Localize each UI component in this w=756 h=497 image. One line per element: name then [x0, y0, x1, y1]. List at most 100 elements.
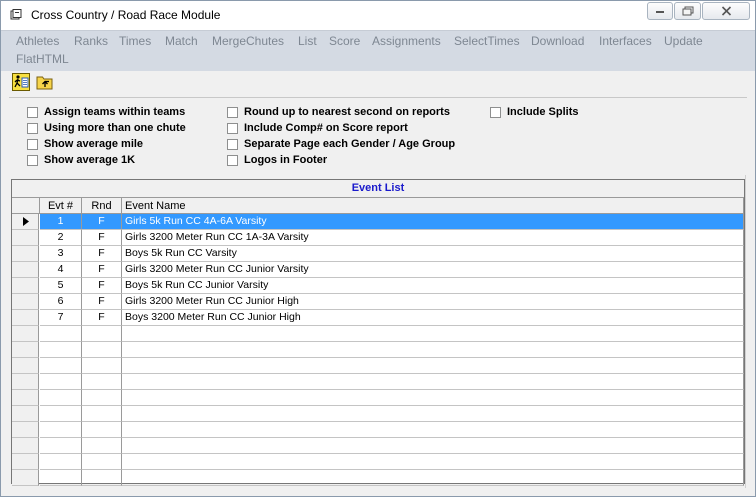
cell-evt[interactable]: 2	[40, 230, 82, 246]
cell-rnd[interactable]	[82, 422, 122, 438]
checkbox[interactable]	[27, 106, 38, 118]
cell-evt[interactable]	[40, 342, 82, 358]
row-selector[interactable]	[12, 278, 39, 294]
cell-event-name[interactable]: Boys 3200 Meter Run CC Junior High	[122, 310, 744, 326]
row-selector[interactable]	[12, 294, 39, 310]
option-logos-footer[interactable]: Logos in Footer	[227, 154, 327, 166]
cell-event-name[interactable]: Girls 3200 Meter Run CC Junior Varsity	[122, 262, 744, 278]
menu-mergechutes[interactable]: MergeChutes	[212, 34, 284, 48]
cell-rnd[interactable]: F	[82, 278, 122, 294]
cell-event-name[interactable]: Girls 5k Run CC 4A-6A Varsity	[122, 214, 744, 230]
row-selector[interactable]	[12, 406, 39, 422]
cell-evt[interactable]	[40, 454, 82, 470]
cell-evt[interactable]	[40, 374, 82, 390]
row-selector[interactable]	[12, 246, 39, 262]
cell-rnd[interactable]	[82, 342, 122, 358]
row-selector[interactable]	[12, 422, 39, 438]
checkbox[interactable]	[27, 154, 38, 166]
cell-rnd[interactable]	[82, 326, 122, 342]
cell-rnd[interactable]	[82, 358, 122, 374]
cell-rnd[interactable]	[82, 438, 122, 454]
folder-up-icon[interactable]	[36, 73, 54, 91]
header-rnd[interactable]: Rnd	[82, 198, 122, 214]
checkbox[interactable]	[227, 122, 238, 134]
cell-event-name[interactable]	[122, 422, 744, 438]
checkbox[interactable]	[490, 106, 501, 118]
menu-list[interactable]: List	[298, 34, 317, 48]
option-average-mile[interactable]: Show average mile	[27, 138, 143, 150]
runner-results-icon[interactable]	[12, 73, 30, 91]
cell-rnd[interactable]	[82, 390, 122, 406]
menu-athletes[interactable]: Athletes	[16, 34, 59, 48]
title-bar[interactable]: Cross Country / Road Race Module	[1, 1, 755, 30]
cell-event-name[interactable]	[122, 438, 744, 454]
row-selector[interactable]	[12, 214, 39, 230]
cell-evt[interactable]: 3	[40, 246, 82, 262]
cell-evt[interactable]	[40, 406, 82, 422]
cell-evt[interactable]	[40, 390, 82, 406]
cell-event-name[interactable]: Boys 5k Run CC Varsity	[122, 246, 744, 262]
cell-event-name[interactable]	[122, 470, 744, 486]
cell-event-name[interactable]	[122, 326, 744, 342]
cell-rnd[interactable]: F	[82, 230, 122, 246]
menu-flathtml[interactable]: FlatHTML	[16, 52, 69, 66]
option-include-splits[interactable]: Include Splits	[490, 106, 579, 118]
cell-event-name[interactable]	[122, 342, 744, 358]
row-selector[interactable]	[12, 342, 39, 358]
row-selector[interactable]	[12, 374, 39, 390]
cell-event-name[interactable]	[122, 358, 744, 374]
option-average-1k[interactable]: Show average 1K	[27, 154, 135, 166]
checkbox[interactable]	[227, 106, 238, 118]
cell-evt[interactable]: 7	[40, 310, 82, 326]
menu-update[interactable]: Update	[664, 34, 703, 48]
row-selector[interactable]	[12, 438, 39, 454]
row-selector[interactable]	[12, 310, 39, 326]
row-selector[interactable]	[12, 262, 39, 278]
event-list-grid[interactable]: Event List Evt # Rnd Event Name 1 F Girls …	[11, 179, 745, 486]
row-selector[interactable]	[12, 358, 39, 374]
cell-rnd[interactable]	[82, 374, 122, 390]
menu-score[interactable]: Score	[329, 34, 360, 48]
cell-event-name[interactable]	[122, 454, 744, 470]
option-separate-page[interactable]: Separate Page each Gender / Age Group	[227, 138, 455, 150]
cell-evt[interactable]: 1	[40, 214, 82, 230]
cell-evt[interactable]: 4	[40, 262, 82, 278]
cell-rnd[interactable]: F	[82, 294, 122, 310]
menu-ranks[interactable]: Ranks	[74, 34, 108, 48]
cell-rnd[interactable]: F	[82, 214, 122, 230]
cell-rnd[interactable]: F	[82, 262, 122, 278]
cell-rnd[interactable]	[82, 454, 122, 470]
maximize-button[interactable]	[674, 2, 701, 20]
header-event-name[interactable]: Event Name	[122, 198, 744, 214]
cell-event-name[interactable]: Boys 5k Run CC Junior Varsity	[122, 278, 744, 294]
cell-rnd[interactable]	[82, 470, 122, 486]
row-selector[interactable]	[12, 454, 39, 470]
row-selector[interactable]	[12, 230, 39, 246]
header-evt[interactable]: Evt #	[40, 198, 82, 214]
row-selector[interactable]	[12, 470, 39, 486]
checkbox[interactable]	[27, 138, 38, 150]
close-button[interactable]	[702, 2, 750, 20]
checkbox[interactable]	[227, 138, 238, 150]
cell-rnd[interactable]	[82, 406, 122, 422]
cell-rnd[interactable]: F	[82, 246, 122, 262]
cell-evt[interactable]: 5	[40, 278, 82, 294]
cell-event-name[interactable]	[122, 390, 744, 406]
cell-event-name[interactable]: Girls 3200 Meter Run CC 1A-3A Varsity	[122, 230, 744, 246]
option-include-comp[interactable]: Include Comp# on Score report	[227, 122, 408, 134]
checkbox[interactable]	[27, 122, 38, 134]
menu-assignments[interactable]: Assignments	[372, 34, 441, 48]
minimize-button[interactable]	[647, 2, 673, 20]
menu-match[interactable]: Match	[165, 34, 198, 48]
cell-evt[interactable]	[40, 470, 82, 486]
option-assign-teams[interactable]: Assign teams within teams	[27, 106, 185, 118]
menu-times[interactable]: Times	[119, 34, 151, 48]
menu-interfaces[interactable]: Interfaces	[599, 34, 652, 48]
option-round-up[interactable]: Round up to nearest second on reports	[227, 106, 450, 118]
row-selector[interactable]	[12, 390, 39, 406]
cell-event-name[interactable]: Girls 3200 Meter Run CC Junior High	[122, 294, 744, 310]
menu-download[interactable]: Download	[531, 34, 584, 48]
cell-event-name[interactable]	[122, 406, 744, 422]
cell-event-name[interactable]	[122, 374, 744, 390]
cell-evt[interactable]	[40, 326, 82, 342]
